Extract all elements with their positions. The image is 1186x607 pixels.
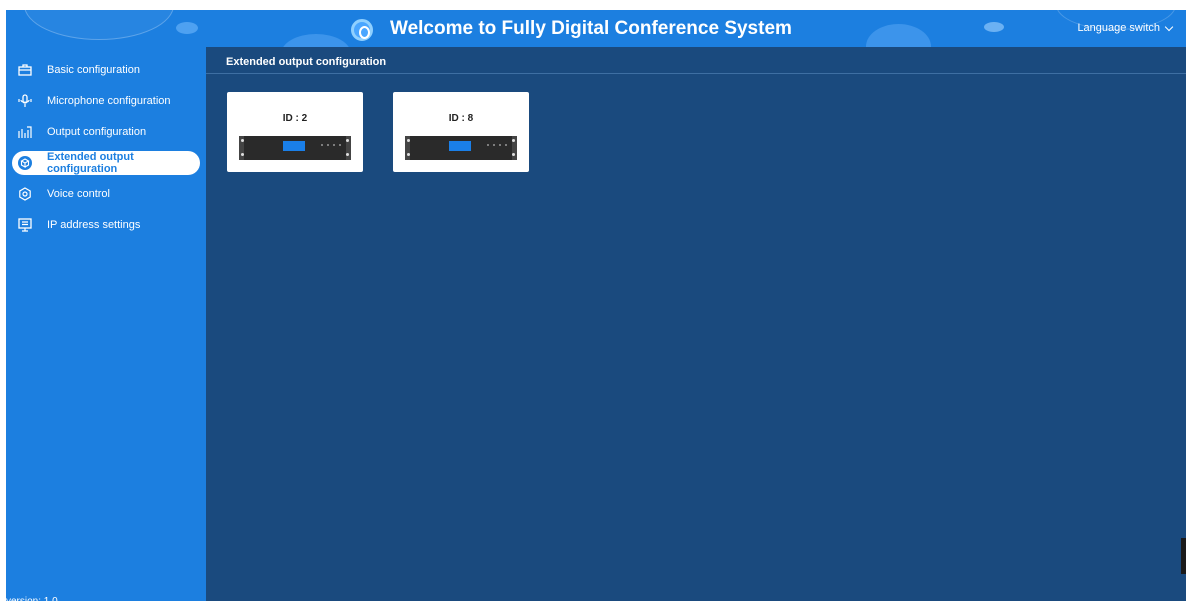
decorative-bubble — [984, 22, 1004, 32]
app-window: Welcome to Fully Digital Conference Syst… — [0, 0, 1186, 607]
screw — [241, 139, 244, 142]
language-switch-label: Language switch — [1077, 22, 1160, 34]
sidebar-item-basic-configuration[interactable]: Basic configuration — [12, 58, 200, 82]
sidebar-item-voice-control[interactable]: Voice control — [12, 182, 200, 206]
sidebar: Basic configuration Microphone configura… — [6, 47, 206, 607]
decorative-bubble — [866, 24, 931, 47]
chevron-down-icon — [1164, 22, 1174, 31]
decorative-bubble — [24, 10, 174, 40]
page-title: Extended output configuration — [226, 56, 387, 68]
screw — [346, 139, 349, 142]
sidebar-item-label: IP address settings — [47, 219, 141, 231]
sidebar-item-output-configuration[interactable]: Output configuration — [12, 120, 200, 144]
screw — [346, 153, 349, 156]
device-id-label: ID : 2 — [282, 113, 308, 124]
microphone-icon — [18, 94, 32, 108]
sidebar-item-extended-output-configuration[interactable]: Extended output configuration — [12, 151, 200, 175]
app-title: Welcome to Fully Digital Conference Syst… — [390, 18, 792, 39]
decorative-bubble — [176, 22, 198, 34]
device-display — [283, 141, 305, 151]
monitor-icon — [18, 218, 32, 232]
rack-device-image — [405, 136, 517, 160]
version-label: version: 1.0 — [6, 596, 58, 607]
sidebar-item-label: Output configuration — [47, 126, 147, 138]
screw — [407, 153, 410, 156]
language-switch-dropdown[interactable]: Language switch — [1077, 22, 1174, 34]
sidebar-item-microphone-configuration[interactable]: Microphone configuration — [12, 89, 200, 113]
title-divider — [206, 73, 1186, 74]
briefcase-icon — [18, 63, 32, 77]
device-indicators — [320, 143, 344, 147]
sidebar-item-label: Basic configuration — [47, 64, 140, 76]
device-card[interactable]: ID : 2 — [227, 92, 363, 172]
header-bar: Welcome to Fully Digital Conference Syst… — [6, 10, 1186, 47]
rack-device-image — [239, 136, 351, 160]
screw — [241, 153, 244, 156]
logo-icon — [351, 19, 373, 41]
screw — [512, 139, 515, 142]
output-bars-icon — [18, 125, 32, 139]
edge-handle — [1181, 538, 1186, 574]
device-display — [449, 141, 471, 151]
sidebar-item-label: Voice control — [47, 188, 110, 200]
device-card[interactable]: ID : 8 — [393, 92, 529, 172]
device-id-label: ID : 8 — [448, 113, 474, 124]
main-content: Extended output configuration ID : 2 ID … — [206, 47, 1186, 601]
sidebar-item-label: Microphone configuration — [47, 95, 171, 107]
screw — [512, 153, 515, 156]
device-indicators — [486, 143, 510, 147]
cube-icon — [18, 156, 32, 170]
sidebar-item-ip-address-settings[interactable]: IP address settings — [12, 213, 200, 237]
sidebar-item-label: Extended output configuration — [47, 151, 134, 175]
decorative-bubble — [281, 34, 351, 47]
gear-icon — [18, 187, 32, 201]
screw — [407, 139, 410, 142]
